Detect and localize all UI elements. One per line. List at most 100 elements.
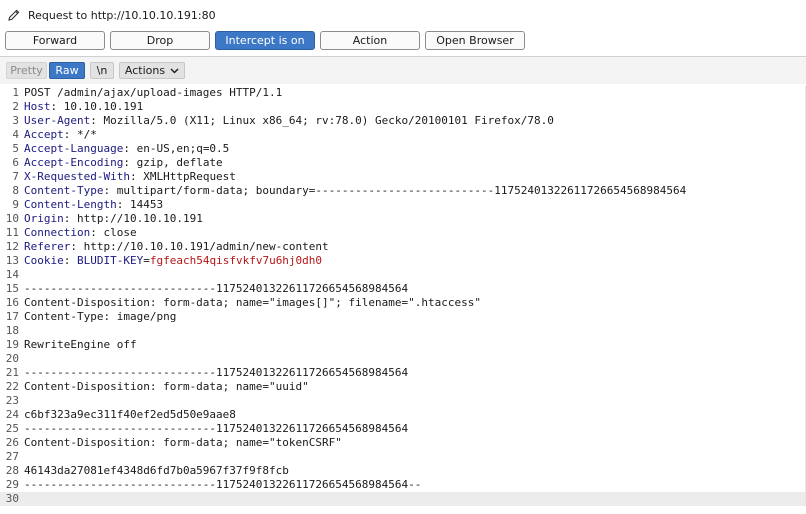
line-number: 2 — [12, 100, 19, 113]
line-number: 9 — [12, 198, 19, 211]
line-number: 5 — [12, 142, 19, 155]
line-number: 3 — [12, 114, 19, 127]
code-line[interactable]: 7 X-Requested-With: XMLHttpRequest — [0, 170, 806, 184]
code-line[interactable]: 19 RewriteEngine off — [0, 338, 806, 352]
actions-label: Actions — [124, 64, 166, 77]
line-number: 15 — [5, 282, 19, 295]
line-content: Content-Disposition: form-data; name="to… — [24, 436, 342, 449]
code-line[interactable]: 1 POST /admin/ajax/upload-images HTTP/1.1 — [0, 86, 806, 100]
line-number: 1 — [12, 86, 19, 99]
code-line[interactable]: 6 Accept-Encoding: gzip, deflate — [0, 156, 806, 170]
line-number: 6 — [12, 156, 19, 169]
cookie-equals: = — [143, 254, 150, 267]
header-value: : http://10.10.10.191 — [63, 212, 203, 225]
actions-menu-button[interactable]: Actions — [119, 62, 185, 79]
line-content: User-Agent: Mozilla/5.0 (X11; Linux x86_… — [24, 114, 554, 128]
header-value: : XMLHttpRequest — [129, 170, 236, 183]
line-number: 26 — [5, 436, 19, 449]
line-number: 21 — [5, 366, 19, 379]
code-line[interactable]: 16 Content-Disposition: form-data; name="… — [0, 296, 806, 310]
line-number: 28 — [5, 464, 19, 477]
code-line[interactable]: 12 Referer: http://10.10.10.191/admin/new… — [0, 240, 806, 254]
code-line[interactable]: 17 Content-Type: image/png — [0, 310, 806, 324]
code-line[interactable]: 20 — [0, 352, 806, 366]
line-content: Connection: close — [24, 226, 137, 240]
code-line[interactable]: 4 Accept: */* — [0, 128, 806, 142]
code-line[interactable]: 30 — [0, 492, 806, 506]
line-number: 24 — [5, 408, 19, 421]
cookie-value: fgfeach54qisfvkfv7u6hj0dh0 — [149, 254, 323, 267]
raw-request-editor[interactable]: 1 POST /admin/ajax/upload-images HTTP/1.1… — [0, 86, 806, 506]
line-content: Accept-Encoding: gzip, deflate — [24, 156, 223, 170]
code-line[interactable]: 9 Content-Length: 14453 — [0, 198, 806, 212]
title-bar: Request to http://10.10.10.191:80 — [0, 0, 806, 30]
code-line[interactable]: 18 — [0, 324, 806, 338]
header-name: User-Agent — [24, 114, 91, 127]
code-line[interactable]: 27 — [0, 450, 806, 464]
line-number: 10 — [5, 212, 19, 225]
code-line[interactable]: 23 — [0, 394, 806, 408]
line-content: -----------------------------11752401322… — [24, 366, 409, 379]
code-line[interactable]: 13 Cookie: BLUDIT-KEY=fgfeach54qisfvkfv7u… — [0, 254, 806, 268]
code-line[interactable]: 14 — [0, 268, 806, 282]
line-content: Content-Disposition: form-data; name="uu… — [24, 380, 309, 393]
code-line[interactable]: 22 Content-Disposition: form-data; name="… — [0, 380, 806, 394]
line-content: -----------------------------11752401322… — [24, 282, 409, 295]
line-number: 30 — [5, 492, 19, 505]
line-content: X-Requested-With: XMLHttpRequest — [24, 170, 236, 184]
code-line[interactable]: 3 User-Agent: Mozilla/5.0 (X11; Linux x86… — [0, 114, 806, 128]
header-value: : multipart/form-data; boundary=--------… — [103, 184, 687, 197]
header-name: Accept-Language — [24, 142, 124, 155]
line-number: 25 — [5, 422, 19, 435]
code-line[interactable]: 24 c6bf323a9ec311f40ef2ed5d50e9aae8 — [0, 408, 806, 422]
line-content: 46143da27081ef4348d6fd7b0a5967f37f9f8fcb — [24, 464, 289, 477]
line-number: 27 — [5, 450, 19, 463]
forward-button[interactable]: Forward — [5, 31, 105, 50]
line-number: 29 — [5, 478, 19, 491]
drop-button[interactable]: Drop — [110, 31, 210, 50]
code-line[interactable]: 2 Host: 10.10.10.191 — [0, 100, 806, 114]
line-number: 20 — [5, 352, 19, 365]
code-line[interactable]: 15 -----------------------------117524013… — [0, 282, 806, 296]
line-content: Content-Type: image/png — [24, 310, 177, 323]
intercept-toggle-button[interactable]: Intercept is on — [215, 31, 315, 50]
code-line[interactable]: 26 Content-Disposition: form-data; name="… — [0, 436, 806, 450]
window-title: Request to http://10.10.10.191:80 — [28, 8, 216, 22]
code-line[interactable]: 29 -----------------------------117524013… — [0, 478, 806, 492]
line-number: 13 — [5, 254, 19, 267]
editor-toolbar: Pretty Raw \n Actions — [0, 57, 806, 84]
line-number: 22 — [5, 380, 19, 393]
header-value: : close — [90, 226, 137, 239]
code-line[interactable]: 21 -----------------------------117524013… — [0, 366, 806, 380]
code-line[interactable]: 28 46143da27081ef4348d6fd7b0a5967f37f9f8f… — [0, 464, 806, 478]
pencil-icon[interactable] — [6, 7, 22, 23]
line-content: POST /admin/ajax/upload-images HTTP/1.1 — [24, 86, 283, 99]
line-number: 7 — [12, 170, 19, 183]
line-content: c6bf323a9ec311f40ef2ed5d50e9aae8 — [24, 408, 236, 421]
header-name: Origin — [24, 212, 64, 225]
chevron-down-icon — [170, 67, 179, 74]
line-content: -----------------------------11752401322… — [24, 422, 409, 435]
pretty-tab[interactable]: Pretty — [6, 62, 47, 79]
header-name: Host — [24, 100, 51, 113]
code-line[interactable]: 8 Content-Type: multipart/form-data; boun… — [0, 184, 806, 198]
line-content: Content-Type: multipart/form-data; bound… — [24, 184, 686, 198]
line-content: Accept: */* — [24, 128, 97, 142]
code-line[interactable]: 25 -----------------------------117524013… — [0, 422, 806, 436]
intercept-button-row: Forward Drop Intercept is on Action Open… — [0, 30, 806, 54]
action-button[interactable]: Action — [320, 31, 420, 50]
code-line[interactable]: 11 Connection: close — [0, 226, 806, 240]
line-number: 18 — [5, 324, 19, 337]
code-line[interactable]: 5 Accept-Language: en-US,en;q=0.5 — [0, 142, 806, 156]
header-name: X-Requested-With — [24, 170, 130, 183]
newline-toggle[interactable]: \n — [90, 62, 114, 79]
header-value: : 10.10.10.191 — [50, 100, 144, 113]
line-content: Origin: http://10.10.10.191 — [24, 212, 203, 226]
code-line[interactable]: 10 Origin: http://10.10.10.191 — [0, 212, 806, 226]
line-content: Accept-Language: en-US,en;q=0.5 — [24, 142, 229, 156]
header-value: : http://10.10.10.191/admin/new-content — [70, 240, 329, 253]
line-number: 14 — [5, 268, 19, 281]
raw-tab[interactable]: Raw — [49, 62, 85, 79]
line-number: 16 — [5, 296, 19, 309]
open-browser-button[interactable]: Open Browser — [425, 31, 525, 50]
